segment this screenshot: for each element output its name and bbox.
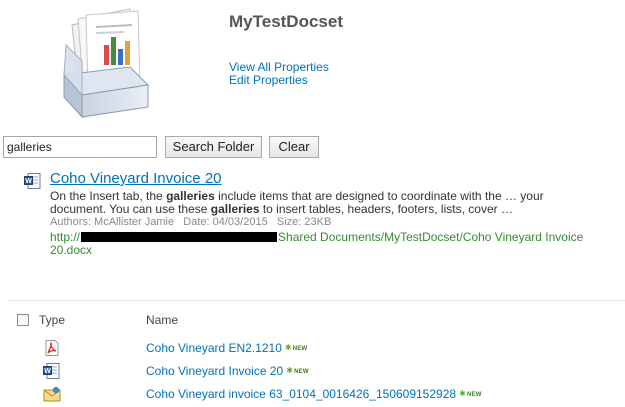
list-item-name-link[interactable]: Coho Vineyard invoice 63_0104_0016426_15… xyxy=(146,387,482,401)
search-input[interactable] xyxy=(3,136,157,158)
svg-text:W: W xyxy=(25,178,32,185)
result-url: http://Shared Documents/MyTestDocset/Coh… xyxy=(50,230,584,244)
result-title-link[interactable]: Coho Vineyard Invoice 20 xyxy=(50,170,222,187)
page-title: MyTestDocset xyxy=(229,12,343,31)
result-authors: McAllister Jamie xyxy=(94,216,175,228)
list-item-name-link[interactable]: Coho Vineyard Invoice 20 ✱NEW xyxy=(146,364,309,378)
new-badge: ✱NEW xyxy=(459,389,482,398)
search-hit: galleries xyxy=(166,189,215,203)
result-size: 23KB xyxy=(304,216,332,228)
edit-properties-link[interactable]: Edit Properties xyxy=(229,73,308,87)
redaction-bar xyxy=(81,232,278,242)
list-item-name-link[interactable]: Coho Vineyard EN2.1210 ✱NEW xyxy=(146,341,307,355)
word-document-icon: W xyxy=(43,363,60,379)
result-snippet-line: document. You can use these galleries to… xyxy=(50,202,513,216)
pdf-icon xyxy=(45,340,59,356)
result-url-continued: 20.docx xyxy=(50,243,93,257)
document-set-icon xyxy=(62,8,150,119)
result-snippet-line: On the Insert tab, the galleries include… xyxy=(50,189,544,203)
new-badge: ✱NEW xyxy=(284,343,308,352)
new-badge: ✱NEW xyxy=(286,366,309,375)
result-metadata: Authors: McAllister Jamie Date: 04/03/20… xyxy=(50,216,332,228)
column-header-type[interactable]: Type xyxy=(39,313,65,327)
select-all-checkbox[interactable] xyxy=(17,314,29,326)
result-date: 04/03/2015 xyxy=(212,216,268,228)
clear-button[interactable]: Clear xyxy=(269,136,319,158)
view-all-properties-link[interactable]: View All Properties xyxy=(229,60,329,74)
word-document-icon: W xyxy=(24,173,41,189)
search-folder-button[interactable]: Search Folder xyxy=(165,136,262,158)
svg-text:W: W xyxy=(44,368,51,375)
email-message-icon xyxy=(43,387,61,402)
divider xyxy=(8,300,625,301)
search-hit: galleries xyxy=(210,202,260,216)
column-header-name[interactable]: Name xyxy=(146,313,178,327)
